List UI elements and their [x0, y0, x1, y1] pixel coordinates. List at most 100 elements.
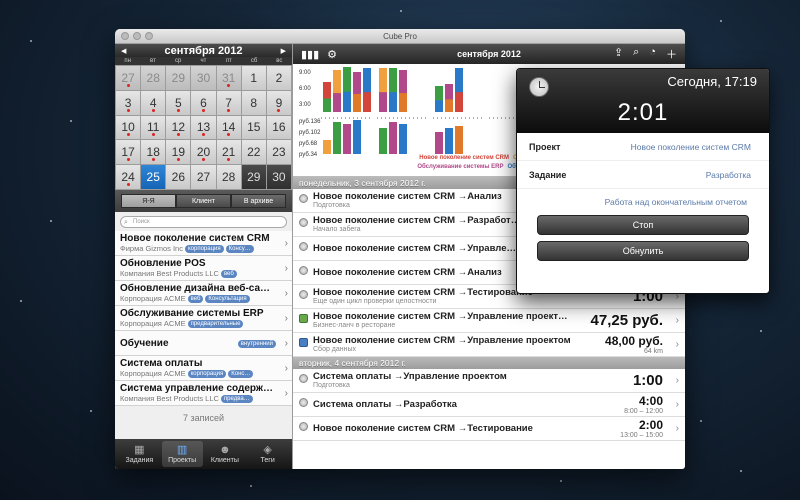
- calendar-day[interactable]: 28: [141, 66, 166, 90]
- entry-row[interactable]: Система оплаты →Управление проектом Подго…: [293, 369, 685, 393]
- share-icon[interactable]: ⇪: [614, 46, 623, 62]
- chart-bar-segment: [399, 93, 407, 112]
- calendar-day[interactable]: 28: [216, 165, 241, 189]
- project-list-item[interactable]: Система оплаты Корпорация ACME корпорация К…: [115, 356, 292, 381]
- search-placeholder: Поиск: [133, 219, 150, 225]
- calendar-day[interactable]: 24: [116, 165, 141, 189]
- reset-button[interactable]: Обнулить: [537, 241, 749, 261]
- calendar-day[interactable]: 7: [216, 90, 241, 115]
- tab-map[interactable]: ▥ Проекты: [161, 441, 203, 467]
- project-meta: Компания Best Products LLC предва…: [120, 394, 278, 403]
- calendar-day[interactable]: 3: [116, 90, 141, 115]
- entry-value: 1:00: [632, 372, 663, 389]
- tab-people[interactable]: ☻ Клиенты: [205, 441, 246, 467]
- calendar-day[interactable]: 20: [191, 140, 216, 165]
- project-list-item[interactable]: Система управление содерж… Компания Best …: [115, 381, 292, 406]
- event-dot-icon: [227, 158, 231, 162]
- stopwatch-icon[interactable]: ◔: [649, 46, 656, 62]
- calendar-day[interactable]: 18: [141, 140, 166, 165]
- tab-tag[interactable]: ◈ Теги: [247, 441, 288, 467]
- calendar-day[interactable]: 14: [216, 115, 241, 140]
- calendar-day[interactable]: 27: [116, 66, 141, 90]
- calendar-day[interactable]: 11: [141, 115, 166, 140]
- calendar-day[interactable]: 15: [241, 115, 266, 140]
- entry-row[interactable]: Система оплаты →Разработка 4:00 8:00 – 12:…: [293, 393, 685, 417]
- calendar-day[interactable]: 6: [191, 90, 216, 115]
- project-client: Корпорация ACME: [120, 369, 186, 378]
- clock-icon: [299, 218, 308, 227]
- event-dot-icon: [126, 133, 130, 137]
- calendar-day[interactable]: 31: [216, 66, 241, 90]
- entry-value: 2:00: [638, 418, 663, 432]
- calendar-day[interactable]: 26: [166, 165, 191, 189]
- segment-1[interactable]: Я-Я: [121, 194, 176, 208]
- calendar-day[interactable]: 5: [166, 90, 191, 115]
- entry-row[interactable]: Новое поколение систем CRM →Тестирование…: [293, 417, 685, 441]
- search-input[interactable]: ⌕ Поиск: [120, 216, 287, 228]
- calendar-day[interactable]: 17: [116, 140, 141, 165]
- chevron-right-icon: ›: [284, 313, 288, 324]
- triangle-left-icon[interactable]: ◀: [121, 47, 126, 55]
- calendar-day[interactable]: 4: [141, 90, 166, 115]
- weekday-label: чт: [200, 58, 207, 64]
- chevron-right-icon: ›: [284, 388, 288, 399]
- timer-project-value: Новое поколение систем CRM: [630, 142, 751, 152]
- calendar-day[interactable]: 23: [266, 140, 291, 165]
- bottom-tab-bar: ▦ Задания ▥ Проекты ☻ Клиенты ◈ Теги: [115, 439, 292, 469]
- projects-list: Новое поколение систем CRM Фирма Gizmos I…: [115, 231, 292, 406]
- calendar-day[interactable]: 13: [191, 115, 216, 140]
- tab-label: Клиенты: [210, 457, 239, 464]
- calendar-day[interactable]: 12: [166, 115, 191, 140]
- calendar-day[interactable]: 29: [166, 66, 191, 90]
- calendar-day-selected[interactable]: 25: [141, 165, 166, 189]
- calendar-day[interactable]: 2: [266, 66, 291, 90]
- timer-note[interactable]: Работа над окончательным отчетом: [517, 197, 769, 215]
- event-dot-icon: [126, 108, 130, 112]
- project-list-item[interactable]: Обновление дизайна веб-са… Корпорация ACM…: [115, 281, 292, 306]
- tab-calendar[interactable]: ▦ Задания: [119, 441, 160, 467]
- event-dot-icon: [227, 108, 231, 112]
- plus-icon[interactable]: ＋: [666, 46, 677, 62]
- segment-3[interactable]: В архиве: [231, 194, 286, 208]
- calendar-day[interactable]: 22: [241, 140, 266, 165]
- calendar-day[interactable]: 8: [241, 90, 266, 115]
- project-client: Корпорация ACME: [120, 294, 186, 303]
- stop-button[interactable]: Стоп: [537, 215, 749, 235]
- y-tick-label: 6:00: [299, 86, 311, 92]
- chart-bar-segment: [389, 92, 397, 112]
- entry-row[interactable]: Новое поколение систем CRM →Управление п…: [293, 309, 685, 333]
- calendar-day[interactable]: 30: [266, 165, 291, 189]
- y-tick-label: руб.34: [299, 152, 318, 158]
- project-meta: Корпорация ACME предварительные: [120, 319, 278, 328]
- calendar-day[interactable]: 1: [241, 66, 266, 90]
- calendar-day[interactable]: 29: [241, 165, 266, 189]
- timer-task-row[interactable]: Задание Разработка: [517, 161, 769, 189]
- day-header: вторник, 4 сентября 2012 г.: [293, 357, 685, 369]
- event-dot-icon: [176, 133, 180, 137]
- triangle-right-icon[interactable]: ▶: [281, 47, 286, 55]
- map-icon: ▥: [176, 444, 188, 456]
- bar-chart-icon[interactable]: ▮▮▮: [301, 48, 319, 61]
- project-list-item[interactable]: Обслуживание системы ERP Корпорация ACME п…: [115, 306, 292, 331]
- project-name: Система управление содерж…: [120, 383, 273, 394]
- entry-note: 64 km: [643, 348, 663, 355]
- entry-row[interactable]: Новое поколение систем CRM →Управление п…: [293, 333, 685, 357]
- event-dot-icon: [126, 83, 130, 87]
- calendar-day[interactable]: 16: [266, 115, 291, 140]
- project-list-item[interactable]: Обновление POS Компания Best Products LLC…: [115, 256, 292, 281]
- gear-icon[interactable]: ⚙: [327, 48, 337, 61]
- calendar-day[interactable]: 27: [191, 165, 216, 189]
- calendar-day[interactable]: 21: [216, 140, 241, 165]
- project-list-item[interactable]: Новое поколение систем CRM Фирма Gizmos I…: [115, 231, 292, 256]
- project-list-item[interactable]: Обучение внутренний ›: [115, 331, 292, 356]
- calendar-day[interactable]: 30: [191, 66, 216, 90]
- segment-2[interactable]: Клиент: [176, 194, 231, 208]
- calendar-day[interactable]: 9: [266, 90, 291, 115]
- calendar-day[interactable]: 19: [166, 140, 191, 165]
- search-icon[interactable]: ⌕: [633, 46, 639, 62]
- toolbar-actions: ⇪ ⌕ ◔ ＋: [614, 46, 677, 62]
- timer-project-row[interactable]: Проект Новое поколение систем CRM: [517, 133, 769, 161]
- project-meta: Компания Best Products LLC веб: [120, 269, 278, 278]
- timer-header: Сегодня, 17:19 2:01: [517, 69, 769, 133]
- calendar-day[interactable]: 10: [116, 115, 141, 140]
